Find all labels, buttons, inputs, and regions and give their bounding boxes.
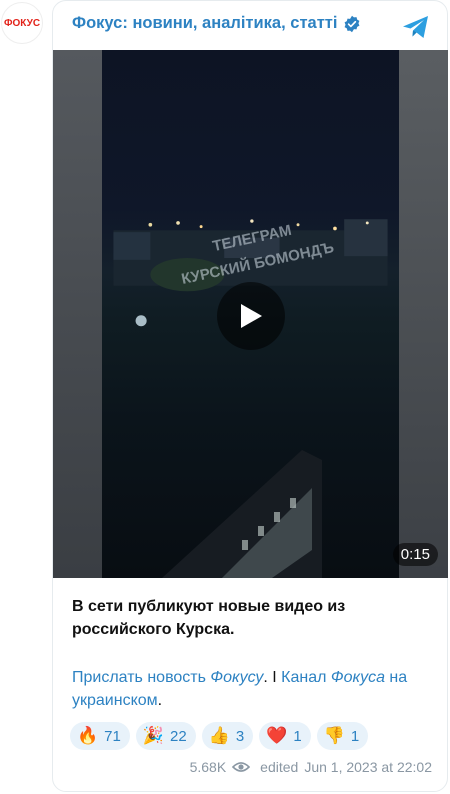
reactions-bar: 🔥 71 🎉 22 👍 3 ❤️ 1 👎 1 [70,722,369,750]
play-icon [241,304,262,328]
reaction-party[interactable]: 🎉 22 [135,722,196,750]
reaction-count: 3 [235,727,245,745]
links-end: . [157,692,163,709]
post-footer: 5.68K edited Jun 1, 2023 at 22:02 [190,759,432,775]
party-icon: 🎉 [142,726,165,746]
edited-label: edited [260,759,299,775]
post-links: Прислать новость Фокусу. I Канал Фокуса … [72,666,432,712]
channel-link-italic: Фокуса [330,669,385,686]
thumbs-down-icon: 👎 [323,726,345,746]
heart-icon: ❤️ [266,726,288,746]
play-button[interactable] [217,282,285,350]
reaction-thumbs-down[interactable]: 👎 1 [316,722,369,750]
reaction-count: 71 [104,727,121,745]
thumbs-up-icon: 👍 [208,726,230,746]
avatar-logo-text: ФОКУС [3,17,41,29]
telegram-icon[interactable] [401,12,431,42]
reaction-thumbs-up[interactable]: 👍 3 [201,722,254,750]
eye-icon [232,762,251,772]
video-blur-right [399,50,448,578]
post-header: Фокус: новини, аналітика, статті [72,14,361,33]
reaction-fire[interactable]: 🔥 71 [70,722,130,750]
send-news-link-italic: Фокусу [210,669,264,686]
building-graphic [162,450,322,578]
fire-icon: 🔥 [77,726,99,746]
post-date: Jun 1, 2023 at 22:02 [304,759,432,775]
reaction-count: 22 [170,727,187,745]
reaction-count: 1 [350,727,360,745]
send-news-link[interactable]: Прислать новость Фокусу [72,669,263,686]
post-text: В сети публикуют новые видео из российск… [72,598,346,638]
channel-avatar[interactable]: ФОКУС [1,2,43,44]
channel-title[interactable]: Фокус: новини, аналітика, статті [72,14,337,33]
reaction-heart[interactable]: ❤️ 1 [259,722,311,750]
video-blur-left [53,50,102,578]
video-player[interactable]: ТЕЛЕГРАМ КУРСКИЙ БОМОНДЪ 0:15 [53,50,448,578]
verified-icon [345,15,360,32]
channel-link-text: Канал [281,669,331,686]
view-count: 5.68K [189,759,227,775]
send-news-link-text: Прислать новость [72,669,211,686]
links-separator: . I [263,669,282,686]
video-duration: 0:15 [392,543,438,566]
reaction-count: 1 [293,727,302,745]
